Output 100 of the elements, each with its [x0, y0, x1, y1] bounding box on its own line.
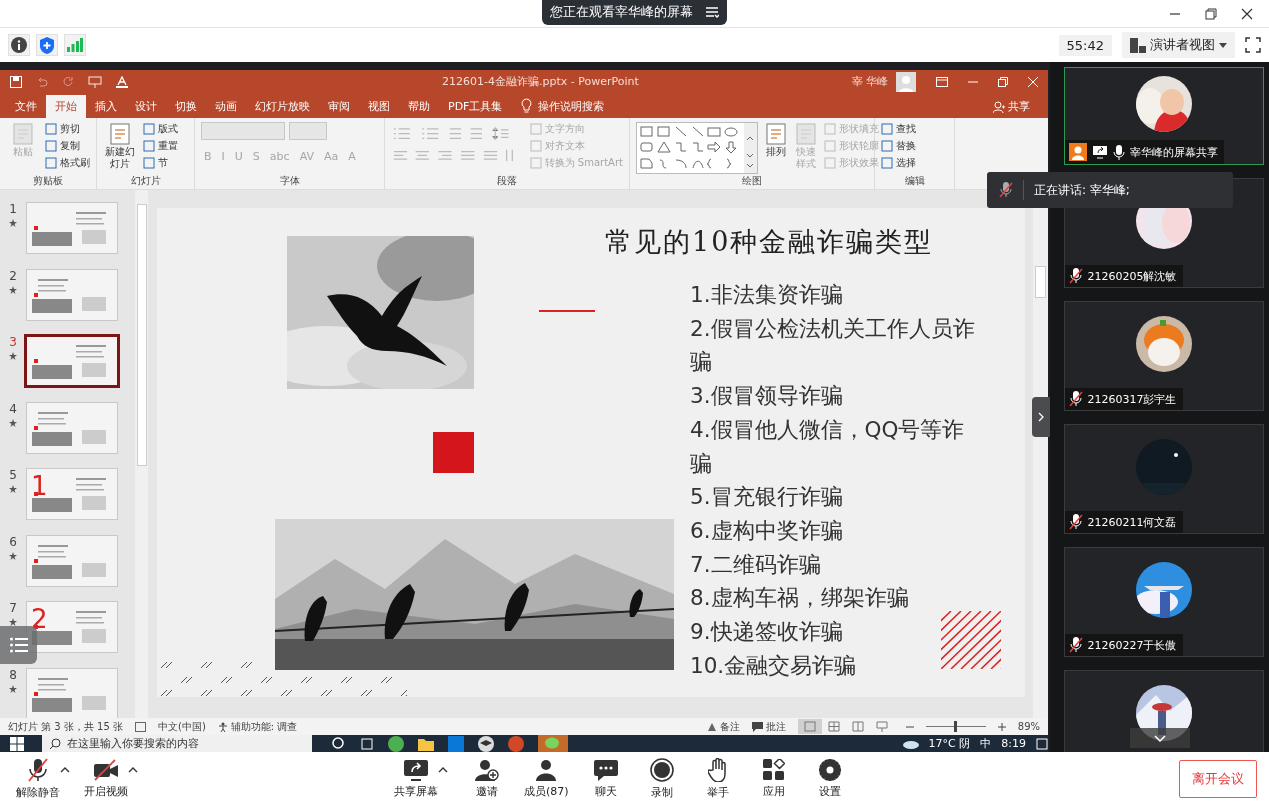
participant-name: 21260227于长傲 [1087, 637, 1177, 653]
search-icon[interactable] [332, 736, 346, 751]
tell-me-search[interactable]: 操作说明搜索 [538, 95, 605, 118]
ribbon-button[interactable]: 排列 [764, 122, 788, 174]
record-button[interactable]: 录制 [638, 757, 685, 800]
ribbon-button[interactable]: 替换 [881, 139, 916, 153]
weather-label[interactable]: 17°C 阴 [928, 736, 971, 751]
comments-button[interactable]: 批注 [751, 719, 786, 734]
ribbon-tab[interactable]: 文件 [6, 95, 46, 118]
video-tile[interactable]: 21260317彭宇生 [1063, 301, 1264, 411]
font-size-field[interactable] [289, 122, 327, 140]
square-icon [45, 140, 57, 152]
square-icon [881, 157, 893, 169]
windows-logo-icon[interactable] [10, 736, 24, 751]
ribbon-tab[interactable]: 插入 [86, 95, 126, 118]
avatar-icon[interactable] [896, 71, 916, 92]
save-icon[interactable] [10, 75, 22, 88]
ribbon-options-icon[interactable] [936, 76, 948, 87]
scroll-down-button[interactable] [1130, 728, 1190, 748]
mic-button[interactable]: 解除静音 [12, 757, 64, 800]
ribbon-tab[interactable]: 动画 [206, 95, 246, 118]
taskbar-search-field[interactable]: 在这里输入你要搜索的内容 [42, 735, 312, 752]
clock[interactable]: 8:19 [1001, 737, 1026, 750]
video-tile[interactable]: 21260227于长傲 [1063, 547, 1264, 657]
fullscreen-icon[interactable] [1245, 37, 1261, 53]
settings-icon [818, 758, 841, 781]
caret-icon[interactable] [438, 766, 448, 773]
caret-icon[interactable] [128, 766, 138, 773]
chat-button[interactable]: 聊天 [582, 758, 629, 799]
ribbon-button[interactable]: 格式刷 [45, 156, 90, 170]
ribbon-button[interactable]: 新建幻灯片 [103, 122, 137, 174]
ribbon-button[interactable]: 剪切 [45, 122, 90, 136]
list-item: 3.假冒领导诈骗 [690, 382, 844, 411]
app-icon[interactable] [508, 735, 524, 752]
participant-name: 21260211何文磊 [1087, 514, 1177, 530]
ribbon-button[interactable]: 版式 [143, 122, 178, 136]
zoom-percent[interactable]: 89% [1017, 721, 1040, 732]
task-view-icon[interactable] [360, 736, 374, 751]
video-button[interactable]: 开启视频 [80, 758, 132, 799]
ribbon-tab[interactable]: 设计 [126, 95, 166, 118]
apps-icon [762, 758, 785, 781]
ribbon-tab[interactable]: 开始 [46, 95, 86, 118]
restore-icon[interactable] [1205, 8, 1217, 20]
slide-thumbnail[interactable] [24, 334, 120, 388]
ribbon-tab[interactable]: 幻灯片放映 [246, 95, 319, 118]
menu-icon[interactable] [705, 6, 719, 18]
ribbon-button[interactable]: 重置 [143, 139, 178, 153]
ribbon-tab[interactable]: PDF工具集 [439, 95, 512, 118]
font-name-field[interactable] [201, 122, 285, 140]
screen-share-icon [403, 758, 429, 781]
leave-meeting-button[interactable]: 离开会议 [1179, 759, 1257, 798]
view-button[interactable]: 演讲者视图 [1122, 32, 1235, 58]
outline-button[interactable] [0, 626, 37, 664]
notes-check-icon[interactable] [135, 721, 146, 732]
share-button[interactable]: 共享屏幕 [390, 758, 442, 799]
share-button[interactable]: 共享 [987, 95, 1036, 118]
ribbon-tab[interactable]: 视图 [359, 95, 399, 118]
accessibility-status[interactable]: 辅助功能: 调查 [217, 719, 298, 734]
layout-icon [1130, 37, 1146, 53]
members-button[interactable]: 成员(87) [520, 758, 573, 799]
ribbon-tab[interactable]: 切换 [166, 95, 206, 118]
apps-button[interactable]: 应用 [750, 758, 797, 799]
shapes-gallery[interactable] [636, 122, 758, 174]
caret-icon[interactable] [60, 766, 70, 773]
square-icon [824, 157, 836, 169]
video-tile[interactable]: 21260211何文磊 [1063, 424, 1264, 534]
info-button[interactable] [8, 34, 30, 56]
chevron-right-icon [1038, 412, 1044, 422]
ribbon-button[interactable]: 复制 [45, 139, 90, 153]
font-color-icon[interactable] [116, 75, 128, 88]
record-icon [649, 757, 674, 782]
square-icon [529, 123, 542, 135]
meeting-timer: 55:42 [1058, 34, 1112, 56]
app-icon[interactable] [448, 735, 464, 752]
hand-button[interactable]: 举手 [694, 757, 741, 800]
input-method-label[interactable]: 中 [980, 736, 992, 751]
app-icon[interactable] [388, 735, 404, 752]
scrollbar-thumb[interactable] [1035, 266, 1046, 298]
collapse-handle[interactable] [1032, 397, 1050, 437]
zoom-thumb[interactable] [954, 721, 958, 732]
scrollbar-thumb[interactable] [136, 204, 147, 466]
star-icon [9, 352, 17, 360]
close-icon[interactable] [1241, 8, 1253, 20]
video-tile[interactable]: 宰华峰的屏幕共享 [1063, 67, 1264, 165]
security-button[interactable] [36, 34, 58, 56]
ribbon-tab[interactable]: 帮助 [399, 95, 439, 118]
notes-button[interactable]: 备注 [706, 719, 740, 734]
zoom-in-icon[interactable] [997, 722, 1006, 731]
ribbon-button[interactable]: 选择 [881, 156, 916, 170]
square-icon [45, 123, 57, 135]
ribbon-button[interactable]: 查找 [881, 122, 916, 136]
presentation-icon[interactable] [88, 75, 102, 88]
invite-button[interactable]: 邀请 [464, 758, 510, 799]
language-label[interactable]: 中文(中国) [158, 719, 206, 734]
settings-button[interactable]: 设置 [806, 758, 853, 799]
video-tile[interactable] [1063, 670, 1264, 752]
ribbon-tab[interactable]: 审阅 [319, 95, 359, 118]
restore-icon[interactable] [998, 76, 1008, 87]
ribbon-button[interactable]: 节 [143, 156, 178, 170]
list-item: 1.非法集资诈骗 [690, 281, 844, 309]
